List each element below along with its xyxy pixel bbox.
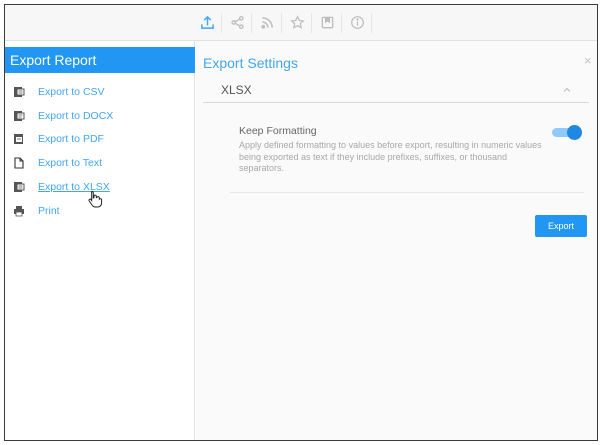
export-button[interactable]: Export <box>535 215 587 237</box>
menu-item-export-docx[interactable]: Export to DOCX <box>13 107 191 125</box>
text-file-icon <box>13 157 25 169</box>
docx-file-icon <box>13 110 25 122</box>
keep-formatting-toggle[interactable] <box>552 125 582 140</box>
info-icon[interactable] <box>346 11 368 33</box>
close-button[interactable]: × <box>584 53 592 68</box>
sidebar-title: Export Report <box>5 47 195 73</box>
menu-item-label: Export to PDF <box>38 133 104 145</box>
export-report-window: Export Report Export to CSV Export to DO… <box>4 4 598 441</box>
menu-item-label: Export to DOCX <box>38 110 114 122</box>
menu-item-label: Export to CSV <box>38 86 105 98</box>
menu-item-export-text[interactable]: Export to Text <box>13 154 191 172</box>
xlsx-file-icon <box>13 181 25 193</box>
export-icon[interactable] <box>196 11 218 33</box>
export-settings-panel: Export Settings × XLSX Keep Formatting A… <box>196 41 597 440</box>
option-description: Apply defined formatting to values befor… <box>239 140 542 173</box>
format-value: XLSX <box>221 82 252 97</box>
csv-file-icon <box>13 86 25 98</box>
menu-item-label: Export to Text <box>38 157 103 169</box>
toggle-knob <box>567 125 582 140</box>
share-icon[interactable] <box>226 11 248 33</box>
chevron-up-icon <box>563 87 571 92</box>
rss-icon[interactable] <box>256 11 278 33</box>
keep-formatting-option: Keep Formatting Apply defined formatting… <box>230 121 584 193</box>
menu-item-label: Print <box>38 205 60 217</box>
format-select[interactable]: XLSX <box>203 77 589 103</box>
bookmark-icon[interactable] <box>316 11 338 33</box>
export-sidebar: Export Report Export to CSV Export to DO… <box>5 41 195 440</box>
option-title: Keep Formatting <box>239 125 317 137</box>
menu-item-export-pdf[interactable]: Export to PDF <box>13 130 191 148</box>
panel-title: Export Settings <box>203 55 298 71</box>
star-icon[interactable] <box>286 11 308 33</box>
top-toolbar <box>5 5 597 41</box>
printer-icon <box>13 205 25 217</box>
pdf-file-icon <box>13 133 25 145</box>
menu-item-export-csv[interactable]: Export to CSV <box>13 83 191 101</box>
hand-cursor-icon <box>88 190 103 208</box>
